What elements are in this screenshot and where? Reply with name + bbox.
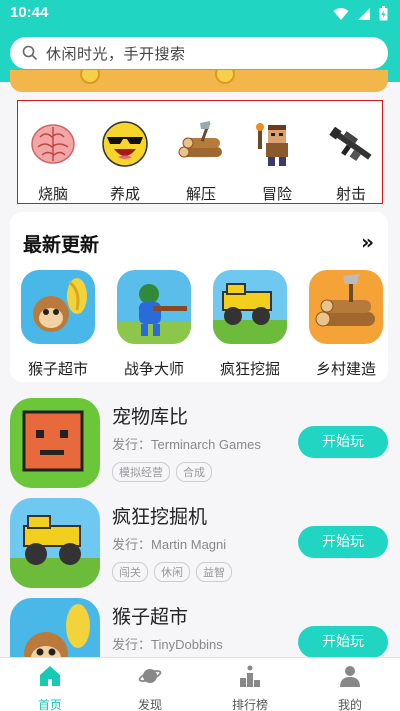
game-tag[interactable]: 益智 xyxy=(196,562,232,582)
status-time: 10:44 xyxy=(10,4,49,21)
tab-label: 首页 xyxy=(37,698,62,711)
developer-name: Terminarch Games xyxy=(151,437,261,452)
game-name: 宠物库比 xyxy=(112,406,189,428)
category-label: 养成 xyxy=(109,185,140,203)
wood-logs-icon xyxy=(178,121,222,158)
game-tag[interactable]: 模拟经营 xyxy=(112,462,170,482)
search-placeholder: 休闲时光，手开搜索 xyxy=(46,44,186,63)
latest-item-label: 猴子超市 xyxy=(27,360,88,378)
tab-discover[interactable]: 发现 xyxy=(120,664,180,711)
latest-updates-section: 最新更新 » 猴子超市 战争大师 疯狂挖掘 乡村建造 xyxy=(10,212,388,382)
latest-item[interactable]: 猴子超市 xyxy=(18,270,98,379)
bottom-tab-bar: 首页 发现 排行榜 我的 xyxy=(0,657,400,711)
category-item-shooting[interactable]: 射击 xyxy=(316,101,386,204)
developer-name: TinyDobbins xyxy=(151,637,223,652)
latest-item-label: 乡村建造 xyxy=(315,360,376,378)
game-developer: 发行：Terminarch Games xyxy=(112,434,261,453)
war-master-game-icon xyxy=(117,270,191,344)
developer-name: Martin Magni xyxy=(151,537,227,552)
status-icons xyxy=(333,6,388,21)
banner-strip[interactable] xyxy=(10,70,388,92)
developer-prefix: 发行： xyxy=(112,638,152,653)
game-list-item[interactable]: 疯狂挖掘机 发行：Martin Magni 闯关 休闲 益智 开始玩 xyxy=(0,498,400,598)
rifle-icon xyxy=(329,126,372,162)
game-tag[interactable]: 闯关 xyxy=(112,562,148,582)
game-name: 疯狂挖掘机 xyxy=(112,506,208,528)
category-label: 解压 xyxy=(185,185,216,203)
podium-icon xyxy=(240,665,260,687)
tab-ranking[interactable]: 排行榜 xyxy=(220,664,280,711)
pixel-adventurer-icon xyxy=(256,123,288,166)
person-icon xyxy=(340,666,360,687)
tab-label: 发现 xyxy=(137,698,162,711)
category-item-raise[interactable]: 养成 xyxy=(90,101,160,204)
category-item-adventure[interactable]: 冒险 xyxy=(242,101,312,204)
game-list-item[interactable]: 宠物库比 发行：Terminarch Games 模拟经营 合成 开始玩 xyxy=(0,398,400,498)
crazy-dig-game-icon xyxy=(213,270,287,344)
latest-item[interactable]: 战争大师 xyxy=(114,270,194,379)
game-developer: 发行：TinyDobbins xyxy=(112,634,223,653)
tab-label: 我的 xyxy=(337,698,362,711)
home-icon xyxy=(40,666,60,686)
status-bar: 10:44 xyxy=(0,0,400,28)
game-developer: 发行：Martin Magni xyxy=(112,534,226,553)
category-label: 烧脑 xyxy=(37,185,68,203)
developer-prefix: 发行： xyxy=(112,438,152,453)
category-item-brain[interactable]: 烧脑 xyxy=(18,101,88,204)
tab-mine[interactable]: 我的 xyxy=(320,664,380,711)
game-tags: 模拟经营 合成 xyxy=(112,462,212,482)
latest-item-label: 战争大师 xyxy=(123,360,184,378)
coin-decoration xyxy=(215,70,235,84)
category-label: 射击 xyxy=(335,185,366,203)
cool-emoji-icon xyxy=(102,121,148,167)
coin-decoration xyxy=(80,70,100,84)
category-item-relax[interactable]: 解压 xyxy=(166,101,236,204)
tab-label: 排行榜 xyxy=(231,698,268,711)
game-tags: 闯关 休闲 益智 xyxy=(112,562,232,582)
more-chevron-icon[interactable]: » xyxy=(361,230,374,254)
village-build-game-icon xyxy=(309,270,383,344)
tab-home[interactable]: 首页 xyxy=(20,664,80,711)
latest-item[interactable]: 乡村建造 xyxy=(306,270,386,379)
category-panel: 烧脑 养成 解压 冒险 射击 xyxy=(17,100,383,204)
play-button[interactable]: 开始玩 xyxy=(298,626,388,658)
game-tag[interactable]: 合成 xyxy=(176,462,212,482)
developer-prefix: 发行： xyxy=(112,538,152,553)
play-button[interactable]: 开始玩 xyxy=(298,426,388,458)
game-name: 猴子超市 xyxy=(112,606,189,628)
planet-icon xyxy=(138,669,162,683)
latest-item[interactable]: 疯狂挖掘 xyxy=(210,270,290,379)
game-tag[interactable]: 休闲 xyxy=(154,562,190,582)
monkey-game-icon xyxy=(21,270,95,344)
search-icon xyxy=(22,45,38,61)
play-button[interactable]: 开始玩 xyxy=(298,526,388,558)
latest-item-label: 疯狂挖掘 xyxy=(219,360,280,378)
crazy-excavator-game-icon xyxy=(10,498,100,588)
pet-kubi-game-icon xyxy=(10,398,100,488)
wifi-icon xyxy=(333,7,349,20)
brain-icon xyxy=(31,124,75,164)
category-label: 冒险 xyxy=(261,185,292,203)
section-title: 最新更新 xyxy=(23,234,100,256)
signal-icon xyxy=(358,7,370,20)
battery-icon xyxy=(379,6,388,21)
search-input[interactable]: 休闲时光，手开搜索 xyxy=(10,37,388,69)
